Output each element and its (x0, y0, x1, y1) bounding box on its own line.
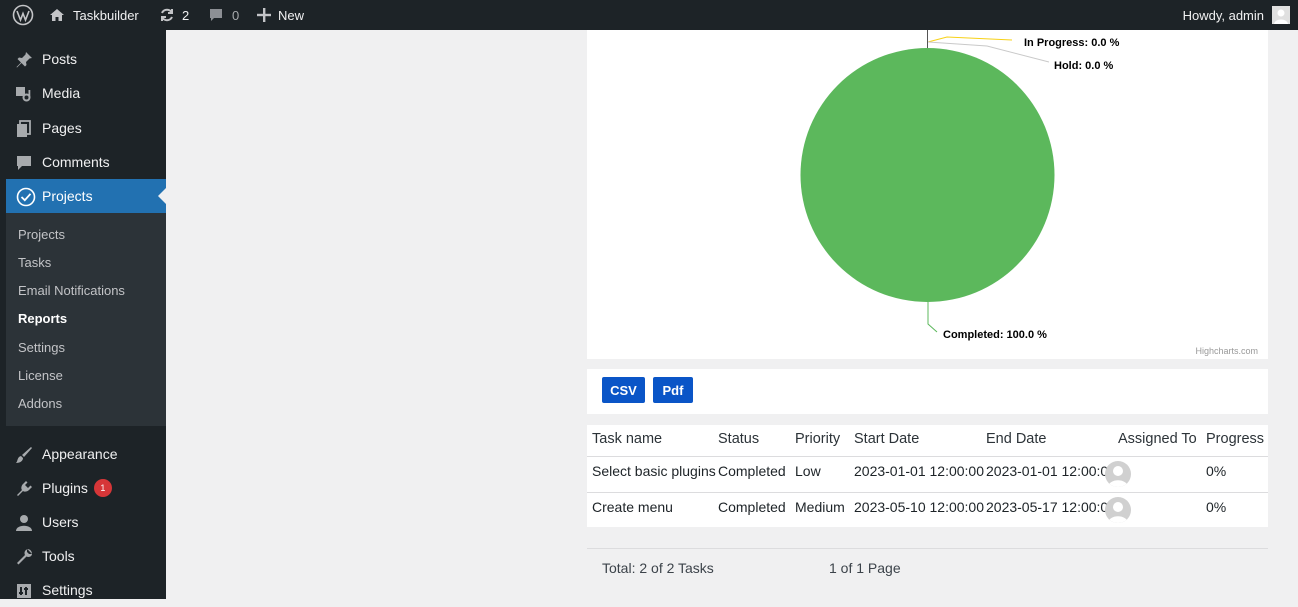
data-label: In Progress: 0.0 % (1024, 37, 1120, 49)
menu-label: Settings (42, 582, 93, 598)
wordpress-logo-icon[interactable] (12, 0, 34, 30)
new-label: New (278, 7, 305, 23)
status-cell: Completed (718, 499, 786, 515)
menu-label: Projects (42, 188, 93, 204)
account-menu[interactable]: Howdy, admin (1183, 0, 1290, 30)
submenu-settings[interactable]: Settings (18, 338, 65, 358)
table-footer-divider (587, 548, 1268, 549)
submenu-tasks[interactable]: Tasks (18, 253, 51, 273)
plus-icon (257, 8, 271, 22)
submenu-license[interactable]: License (18, 366, 63, 386)
menu-projects[interactable]: Projects (6, 179, 166, 213)
progress-cell: 0% (1206, 499, 1227, 515)
column-header-status[interactable]: Status (718, 431, 759, 447)
submenu-addons[interactable]: Addons (18, 394, 62, 414)
menu-label: Media (42, 85, 81, 101)
task-name-cell[interactable]: Create menu (592, 499, 673, 515)
priority-cell: Medium (795, 499, 845, 515)
chart-credit[interactable]: Highcharts.com (1195, 346, 1258, 356)
submenu-reports[interactable]: Reports (18, 309, 67, 329)
status-pie-chart: In Progress: 0.0 % Hold: 0.0 % Completed: … (800, 30, 1258, 356)
connector-line (927, 36, 1013, 43)
csv-button[interactable]: CSV (602, 377, 645, 403)
avatar (1272, 6, 1290, 24)
row-divider (587, 456, 1268, 457)
menu-appearance[interactable]: Appearance (0, 437, 166, 471)
comment-bubble-icon (210, 9, 222, 21)
task-name-cell[interactable]: Select basic plugins (592, 463, 716, 479)
site-name: Taskbuilder (73, 7, 139, 23)
updates-count: 2 (182, 7, 190, 23)
admin-bar: Taskbuilder 2 0 New Howdy, admin (0, 0, 1298, 30)
plugin-icon (14, 479, 34, 499)
column-header-assigned-to[interactable]: Assigned To (1118, 431, 1197, 447)
menu-pages[interactable]: Pages (0, 111, 166, 145)
menu-label: Posts (42, 51, 78, 67)
menu-label: Tools (42, 548, 75, 564)
end-date-cell: 2023-05-17 12:00:00 (986, 499, 1116, 515)
site-home-link[interactable]: Taskbuilder (49, 0, 139, 30)
column-header-priority[interactable]: Priority (795, 431, 840, 447)
pages-icon (14, 119, 34, 139)
menu-label: Appearance (42, 446, 118, 462)
admin-sidebar: Posts Media Pages Comments Projects Proj… (0, 30, 166, 599)
pie-slice-completed[interactable] (800, 48, 1055, 302)
status-chart-panel: In Progress: 0.0 % Hold: 0.0 % Completed: … (587, 30, 1268, 359)
assignee-avatar (1105, 497, 1131, 523)
column-header-start-date[interactable]: Start Date (854, 431, 919, 447)
menu-comments[interactable]: Comments (0, 145, 166, 179)
priority-cell: Low (795, 463, 821, 479)
menu-settings[interactable]: Settings (0, 573, 166, 607)
status-cell: Completed (718, 463, 786, 479)
update-count-badge: 1 (93, 479, 112, 498)
menu-label: Plugins 1 (42, 471, 112, 505)
paintbrush-icon (14, 445, 34, 465)
pdf-button[interactable]: Pdf (653, 377, 693, 403)
projects-submenu: Projects Tasks Email Notifications Repor… (6, 213, 166, 426)
export-panel: CSV Pdf (587, 369, 1268, 414)
media-icon (14, 84, 34, 104)
submenu-email-notifications[interactable]: Email Notifications (18, 281, 125, 301)
menu-posts[interactable]: Posts (0, 42, 166, 76)
submenu-projects[interactable]: Projects (18, 225, 65, 245)
menu-plugins[interactable]: Plugins 1 (0, 471, 166, 505)
menu-label: Comments (42, 154, 110, 170)
comment-bubble-icon (14, 153, 34, 173)
menu-label: Users (42, 514, 79, 530)
pagination-text: 1 of 1 Page (829, 560, 901, 576)
comments-link[interactable]: 0 (208, 0, 239, 30)
menu-media[interactable]: Media (0, 76, 166, 110)
connector-line (927, 302, 938, 333)
data-label: Completed: 100.0 % (943, 329, 1047, 341)
plugins-label: Plugins (42, 480, 88, 496)
column-header-progress[interactable]: Progress (1206, 431, 1264, 447)
new-content-link[interactable]: New (257, 0, 304, 30)
wrench-icon (14, 547, 34, 567)
updates-link[interactable]: 2 (159, 0, 189, 30)
settings-icon (14, 581, 34, 601)
assignee-avatar (1105, 461, 1131, 487)
data-label: Hold: 0.0 % (1054, 60, 1114, 72)
start-date-cell: 2023-05-10 12:00:00 (854, 499, 984, 515)
comments-count: 0 (232, 7, 240, 23)
menu-label: Pages (42, 120, 82, 136)
tasks-table: Task name Status Priority Start Date End… (587, 425, 1268, 527)
greeting: Howdy, admin (1182, 7, 1264, 23)
updates-icon (161, 8, 173, 22)
column-header-task-name[interactable]: Task name (592, 431, 662, 447)
check-circle-icon (16, 187, 36, 207)
pushpin-icon (14, 50, 34, 70)
menu-tools[interactable]: Tools (0, 539, 166, 573)
start-date-cell: 2023-01-01 12:00:00 (854, 463, 984, 479)
end-date-cell: 2023-01-01 12:00:00 (986, 463, 1116, 479)
total-tasks-text: Total: 2 of 2 Tasks (602, 560, 714, 576)
row-divider (587, 492, 1268, 493)
menu-users[interactable]: Users (0, 505, 166, 539)
progress-cell: 0% (1206, 463, 1227, 479)
active-indicator (158, 188, 166, 204)
home-icon (50, 9, 64, 21)
column-header-end-date[interactable]: End Date (986, 431, 1046, 447)
user-icon (14, 513, 34, 533)
